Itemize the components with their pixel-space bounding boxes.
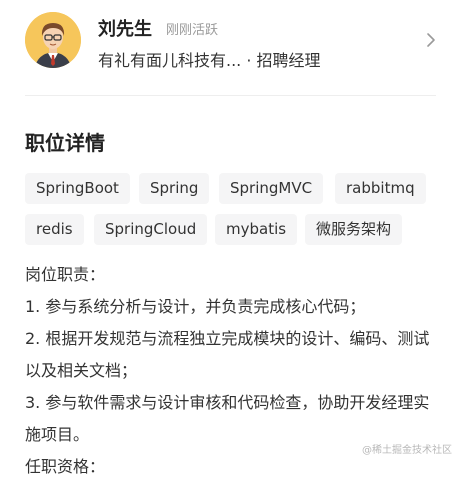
description-line: 岗位职责： xyxy=(25,265,106,284)
avatar[interactable] xyxy=(25,12,81,68)
description-line: 1. 参与系统分析与设计，并负责完成核心代码； xyxy=(25,297,366,316)
skill-tag: SpringBoot xyxy=(25,173,130,204)
skill-tag: rabbitmq xyxy=(335,173,426,204)
description-line: 2. 根据开发规范与流程独立完成模块的设计、编码、测试以及相关文档； xyxy=(25,329,430,380)
skill-tag: Spring xyxy=(139,173,210,204)
skill-tag: mybatis xyxy=(215,214,298,245)
watermark-text: @稀土掘金技术社区 xyxy=(362,445,452,456)
skill-tag: redis xyxy=(25,214,84,245)
active-status: 刚刚活跃 xyxy=(166,23,219,38)
skill-tag: 微服务架构 xyxy=(305,214,403,245)
recruiter-company-title: 有礼有面儿科技有... · 招聘经理 xyxy=(98,51,321,70)
divider xyxy=(25,95,436,96)
recruiter-name: 刘先生 xyxy=(98,19,152,40)
chevron-right-icon[interactable] xyxy=(422,30,440,50)
section-title: 职位详情 xyxy=(25,131,105,155)
watermark: @稀土掘金技术社区 xyxy=(362,441,452,456)
recruiter-card[interactable]: 刘先生 刚刚活跃 有礼有面儿科技有... · 招聘经理 xyxy=(0,0,460,95)
skill-tag: SpringCloud xyxy=(94,214,208,245)
skill-tag: SpringMVC xyxy=(219,173,324,204)
